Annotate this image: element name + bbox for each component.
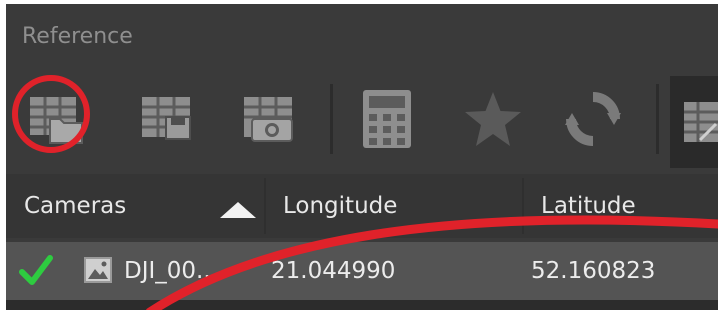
sort-ascending-icon[interactable]	[220, 202, 256, 218]
table-camera-icon	[244, 97, 293, 142]
table-save-icon	[142, 97, 191, 140]
reference-toolbar	[6, 76, 718, 168]
export-reference-button[interactable]	[136, 88, 198, 150]
optimize-button[interactable]	[462, 88, 524, 150]
column-divider	[264, 178, 266, 234]
column-header-longitude[interactable]: Longitude	[283, 174, 397, 238]
toolbar-separator	[656, 84, 659, 154]
checkbox-checked-icon[interactable]	[16, 250, 56, 290]
table-bottom-edge	[6, 300, 718, 310]
annotation-circle	[12, 75, 90, 153]
image-icon	[84, 257, 112, 283]
table-header: Cameras Longitude Latitude	[6, 174, 718, 238]
settings-button[interactable]	[670, 76, 718, 168]
toolbar-separator	[330, 84, 333, 154]
refresh-icon	[565, 92, 621, 146]
panel-title: Reference	[22, 24, 133, 49]
longitude-cell: 21.044990	[271, 258, 396, 284]
calculator-button[interactable]	[356, 88, 418, 150]
calculator-icon	[363, 90, 411, 148]
column-divider	[522, 178, 524, 234]
table-edit-icon	[684, 102, 718, 142]
update-button[interactable]	[562, 88, 624, 150]
column-header-latitude[interactable]: Latitude	[541, 174, 636, 238]
star-icon	[465, 92, 521, 146]
reference-panel: Reference Cameras Longitude Latitude DJI…	[6, 4, 718, 310]
table-row[interactable]: DJI_00... 21.044990 52.160823	[6, 242, 718, 300]
column-header-cameras[interactable]: Cameras	[24, 174, 126, 238]
latitude-cell: 52.160823	[531, 258, 656, 284]
camera-name-cell: DJI_00...	[124, 258, 218, 284]
convert-reference-button[interactable]	[238, 88, 300, 150]
